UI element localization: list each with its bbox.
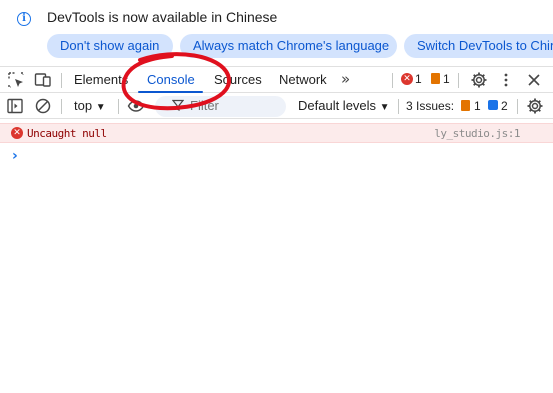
more-options-icon[interactable] [497,71,515,89]
always-match-language-button[interactable]: Always match Chrome's language [180,34,397,58]
chevron-down-icon: ▼ [95,102,106,113]
toolbar-divider [118,99,119,114]
close-icon[interactable] [525,71,543,89]
clear-console-icon[interactable] [34,97,52,115]
warning-count[interactable]: 1 [443,72,450,86]
tab-elements[interactable]: Elements [74,72,128,87]
console-error-message[interactable]: ✕ Uncaught null ly_studio.js:1 [0,123,553,143]
gear-icon[interactable] [470,71,488,89]
inspect-element-icon[interactable] [7,71,25,89]
info-icon: i [17,12,31,26]
devtools-main-toolbar: Elements Console Sources Network » ✕ 1 1 [0,66,553,93]
toolbar-divider [517,99,518,114]
console-toolbar: top ▼ Default levels ▼ 3 Issues: 1 2 [0,94,553,119]
levels-label: Default levels [298,98,377,113]
filter-icon [172,99,184,111]
issues-warning-count[interactable]: 1 [474,99,481,113]
language-infobar: i DevTools is now available in Chinese D… [0,0,553,64]
infobar-message: DevTools is now available in Chinese [47,9,278,25]
filter-input[interactable] [190,98,280,113]
warning-count-icon[interactable] [431,73,440,84]
error-text: Uncaught null [27,127,107,140]
dont-show-again-button[interactable]: Don't show again [47,34,173,58]
error-source-link[interactable]: ly_studio.js:1 [434,127,520,140]
toolbar-divider [398,99,399,114]
context-value: top [74,98,93,113]
console-prompt-chevron-icon[interactable]: › [12,148,18,164]
issue-info-icon[interactable] [488,100,498,110]
error-count[interactable]: 1 [415,72,422,86]
tab-network[interactable]: Network [279,72,327,87]
toolbar-divider [61,73,62,88]
chevron-down-icon: ▼ [379,102,390,113]
tab-console[interactable]: Console [147,72,195,87]
context-selector[interactable]: top ▼ [74,98,106,113]
toolbar-divider [61,99,62,114]
toolbar-divider [392,73,393,88]
log-levels-dropdown[interactable]: Default levels ▼ [298,98,390,113]
more-tabs-chevron-icon[interactable]: » [341,70,350,88]
issues-label[interactable]: 3 Issues: [406,99,454,113]
active-tab-indicator [138,91,203,93]
console-settings-gear-icon[interactable] [526,97,544,115]
issues-info-count[interactable]: 2 [501,99,508,113]
device-toolbar-icon[interactable] [34,71,52,89]
issue-warning-icon[interactable] [461,100,470,111]
error-count-icon[interactable]: ✕ [401,73,413,85]
sidebar-toggle-icon[interactable] [6,97,24,115]
tab-sources[interactable]: Sources [214,72,262,87]
error-icon: ✕ [11,127,23,139]
toolbar-divider [458,73,459,88]
switch-to-chinese-button[interactable]: Switch DevTools to Chinese [404,34,553,58]
live-expression-eye-icon[interactable] [127,97,145,115]
